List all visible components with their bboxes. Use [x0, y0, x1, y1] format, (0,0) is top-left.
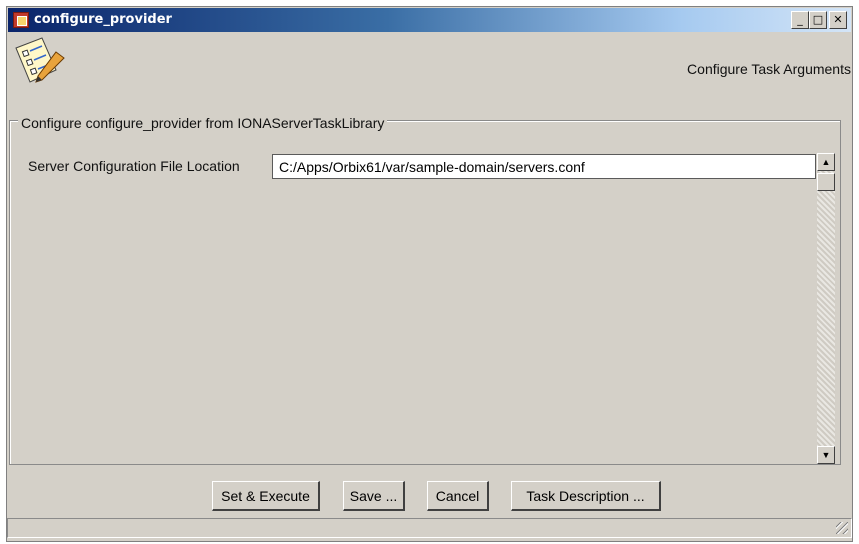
page-subtitle: Configure Task Arguments: [687, 61, 851, 77]
status-bar: [7, 518, 852, 538]
task-description-button[interactable]: Task Description ...: [511, 481, 661, 511]
server-config-label: Server Configuration File Location: [28, 158, 240, 174]
maximize-button[interactable]: □: [809, 11, 827, 29]
scroll-thumb[interactable]: [817, 173, 835, 191]
app-icon[interactable]: [13, 12, 29, 28]
scroll-down-button[interactable]: ▼: [817, 446, 835, 464]
close-button[interactable]: ✕: [829, 11, 847, 29]
server-config-input[interactable]: [272, 154, 816, 179]
minimize-button[interactable]: _: [791, 11, 809, 29]
vertical-scrollbar[interactable]: ▲ ▼: [817, 153, 835, 464]
set-execute-button[interactable]: Set & Execute: [212, 481, 320, 511]
title-bar[interactable]: configure_provider _ □ ✕: [8, 8, 851, 32]
save-button[interactable]: Save ...: [343, 481, 405, 511]
cancel-button[interactable]: Cancel: [427, 481, 489, 511]
scroll-up-button[interactable]: ▲: [817, 153, 835, 171]
group-legend: Configure configure_provider from IONASe…: [18, 115, 388, 131]
checklist-pencil-icon: [15, 37, 65, 83]
resize-grip-icon[interactable]: [836, 522, 848, 534]
window-title: configure_provider: [34, 12, 172, 27]
